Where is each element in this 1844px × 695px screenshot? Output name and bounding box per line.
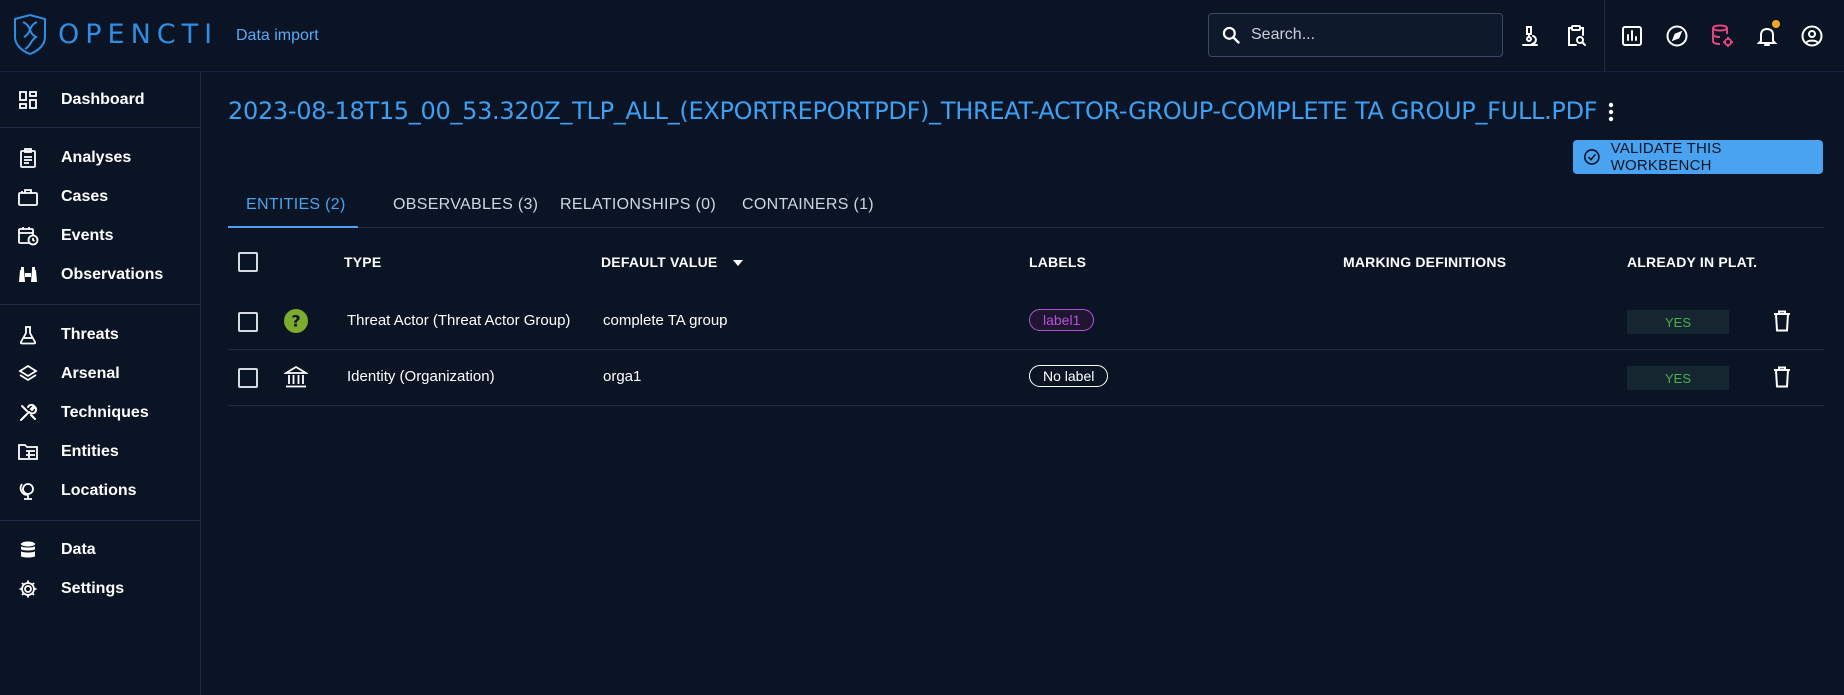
search-input[interactable] <box>1251 26 1481 44</box>
dashboard-icon <box>17 89 39 111</box>
search-icon <box>1222 26 1240 44</box>
select-all-checkbox[interactable] <box>238 252 258 272</box>
validate-button-label: VALIDATE THIS WORKBENCH <box>1610 140 1722 174</box>
bank-building-icon <box>282 365 310 394</box>
sidebar-item-data[interactable]: Data <box>0 532 200 568</box>
active-tab-indicator <box>228 226 358 228</box>
label-chip[interactable]: No label <box>1029 365 1109 387</box>
clipboard-text-icon <box>17 147 39 169</box>
globe-model-icon <box>17 480 39 502</box>
sidebar-divider <box>0 127 200 128</box>
sidebar-item-label: Locations <box>61 482 137 499</box>
sidebar-item-techniques[interactable]: Techniques <box>0 395 200 431</box>
sidebar-item-label: Dashboard <box>61 91 145 108</box>
microscope-icon[interactable] <box>1516 22 1544 50</box>
sidebar-item-arsenal[interactable]: Arsenal <box>0 356 200 392</box>
column-header-already-in-platform[interactable]: ALREADY IN PLAT. <box>1627 254 1757 270</box>
search-box[interactable] <box>1208 13 1503 57</box>
sidebar-item-analyses[interactable]: Analyses <box>0 140 200 176</box>
sidebar-item-observations[interactable]: Observations <box>0 257 200 293</box>
validate-workbench-button[interactable]: VALIDATE THIS WORKBENCH <box>1573 140 1823 174</box>
sidebar-item-label: Threats <box>61 326 119 343</box>
flask-icon <box>17 324 39 346</box>
folder-table-icon <box>17 441 39 463</box>
opencti-shield-icon <box>14 13 46 55</box>
table-row[interactable]: Identity (Organization) orga1 No label Y… <box>228 350 1824 406</box>
compass-icon[interactable] <box>1663 22 1691 50</box>
tab-entities[interactable]: ENTITIES (2) <box>228 182 364 228</box>
more-vertical-icon[interactable] <box>1600 100 1622 124</box>
sidebar-item-label: Settings <box>61 580 125 597</box>
sidebar-item-label: Techniques <box>61 404 149 421</box>
svg-text:?: ? <box>291 312 300 331</box>
status-badge: YES <box>1627 366 1729 390</box>
column-header-default-value[interactable]: DEFAULT VALUE <box>601 254 744 270</box>
cog-icon <box>17 578 39 600</box>
column-header-type[interactable]: TYPE <box>344 254 381 270</box>
topbar-divider <box>1604 0 1605 72</box>
sidebar-divider <box>0 304 200 305</box>
cell-default-value: complete TA group <box>603 312 728 329</box>
page-title: 2023-08-18T15_00_53.320Z_TLP_ALL_(EXPORT… <box>228 97 1598 125</box>
column-header-labels[interactable]: LABELS <box>1029 254 1086 270</box>
tab-containers[interactable]: CONTAINERS (1) <box>724 182 892 228</box>
breadcrumb-data-import[interactable]: Data import <box>236 27 319 45</box>
sort-desc-icon <box>732 260 743 267</box>
sidebar-item-label: Observations <box>61 266 164 283</box>
tools-icon <box>17 402 39 424</box>
database-icon <box>17 539 39 561</box>
notification-dot <box>1772 20 1780 28</box>
sidebar-item-label: Analyses <box>61 149 132 166</box>
account-circle-icon[interactable] <box>1798 22 1826 50</box>
sidebar-item-label: Entities <box>61 443 119 460</box>
sidebar-item-entities[interactable]: Entities <box>0 434 200 470</box>
cell-type: Threat Actor (Threat Actor Group) <box>347 312 571 329</box>
column-header-marking-definitions[interactable]: MARKING DEFINITIONS <box>1343 254 1506 270</box>
delete-icon[interactable] <box>1770 363 1794 391</box>
top-bar: OPENCTI Data import <box>0 0 1844 72</box>
opencti-logo[interactable]: OPENCTI <box>12 12 218 56</box>
check-circle-icon <box>1583 149 1600 165</box>
sidebar-item-cases[interactable]: Cases <box>0 179 200 215</box>
row-checkbox[interactable] <box>238 312 258 332</box>
status-badge: YES <box>1627 310 1729 334</box>
sidebar-item-label: Data <box>61 541 96 558</box>
table-row[interactable]: ? Threat Actor (Threat Actor Group) comp… <box>228 294 1824 350</box>
database-cog-icon[interactable] <box>1708 22 1736 50</box>
sidebar: Dashboard Analyses Cases Events Observat… <box>0 72 201 695</box>
cell-default-value: orga1 <box>603 368 642 385</box>
calendar-clock-icon <box>17 225 39 247</box>
threat-actor-question-icon: ? <box>284 309 308 338</box>
column-header-label: DEFAULT VALUE <box>601 254 718 270</box>
sidebar-item-label: Cases <box>61 188 109 205</box>
delete-icon[interactable] <box>1770 307 1794 335</box>
row-checkbox[interactable] <box>238 368 258 388</box>
briefcase-icon <box>17 186 39 208</box>
sidebar-item-settings[interactable]: Settings <box>0 571 200 607</box>
workbench-tabs: ENTITIES (2) OBSERVABLES (3) RELATIONSHI… <box>228 182 1824 228</box>
clipboard-search-icon[interactable] <box>1562 22 1590 50</box>
table-header: TYPE DEFAULT VALUE LABELS MARKING DEFINI… <box>228 234 1824 290</box>
sidebar-item-label: Arsenal <box>61 365 120 382</box>
cell-type: Identity (Organization) <box>347 368 495 385</box>
chart-box-icon[interactable] <box>1618 22 1646 50</box>
sidebar-item-dashboard[interactable]: Dashboard <box>0 82 200 118</box>
sidebar-item-label: Events <box>61 227 114 244</box>
sidebar-item-locations[interactable]: Locations <box>0 473 200 509</box>
sidebar-item-threats[interactable]: Threats <box>0 317 200 353</box>
logo-text: OPENCTI <box>58 18 219 50</box>
sidebar-item-events[interactable]: Events <box>0 218 200 254</box>
binoculars-icon <box>17 264 39 286</box>
tab-relationships[interactable]: RELATIONSHIPS (0) <box>542 182 734 228</box>
label-chip[interactable]: label1 <box>1029 309 1095 331</box>
sidebar-divider <box>0 520 200 521</box>
bell-icon[interactable] <box>1753 20 1781 50</box>
tab-observables[interactable]: OBSERVABLES (3) <box>375 182 556 228</box>
layers-icon <box>17 363 39 385</box>
